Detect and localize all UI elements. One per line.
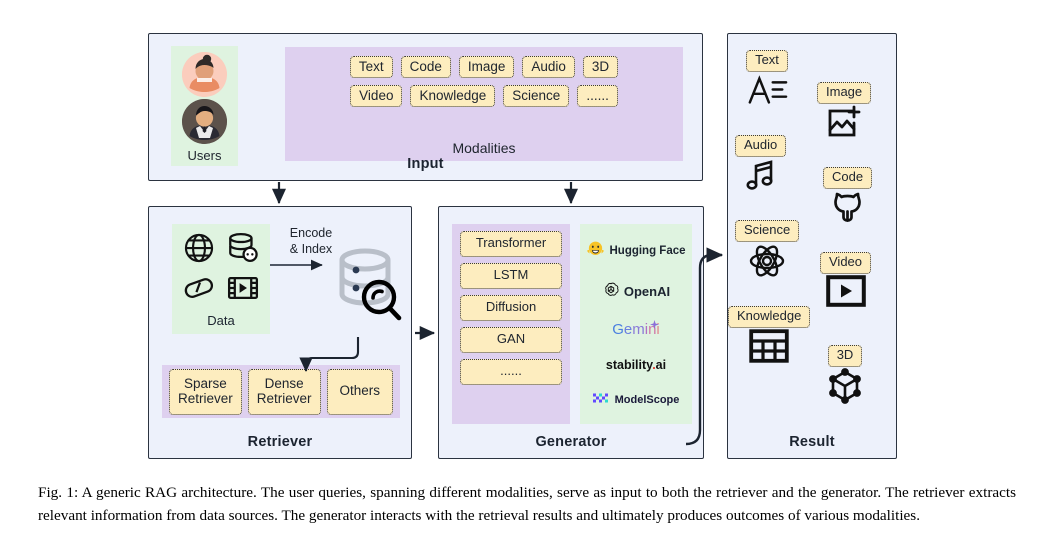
- modality-chip[interactable]: ......: [577, 85, 618, 108]
- architecture-chip[interactable]: Transformer: [460, 231, 562, 257]
- vendor-modelscope[interactable]: ModelScope: [592, 391, 680, 408]
- github-cat-icon: [830, 190, 866, 229]
- result-label: Text: [746, 50, 788, 72]
- retriever-panel-title: Retriever: [247, 434, 313, 450]
- vendor-label: Hugging Face: [609, 244, 686, 257]
- retriever-type-others[interactable]: Others: [326, 368, 393, 415]
- index-database-search-icon: [329, 244, 405, 331]
- result-item-code[interactable]: Code: [823, 167, 873, 229]
- atom-icon: [748, 243, 786, 284]
- gemini-sparkle-icon: [650, 316, 660, 333]
- film-icon: [226, 271, 260, 310]
- modalities-group: Text Code Image Audio 3D Video Knowledge…: [285, 47, 683, 161]
- modality-chip[interactable]: Science: [503, 85, 570, 108]
- music-note-icon: [743, 158, 779, 199]
- retriever-types-group: Sparse Retriever Dense Retriever Others: [162, 365, 400, 418]
- capsule-icon: [182, 271, 216, 310]
- data-icon-grid: [179, 231, 263, 310]
- architecture-chip[interactable]: ......: [460, 359, 562, 385]
- architecture-chip[interactable]: LSTM: [460, 263, 562, 289]
- encode-line-1: Encode: [289, 226, 333, 240]
- vendor-label: OpenAI: [623, 284, 671, 300]
- input-panel: Users Text Code Image Audio 3D Video Kno…: [148, 33, 703, 181]
- database-icon: [226, 231, 260, 270]
- modalities-row-2: Video Knowledge Science ......: [295, 85, 673, 108]
- result-label: 3D: [827, 345, 863, 367]
- modality-chip[interactable]: Knowledge: [410, 85, 496, 108]
- openai-icon: [602, 281, 620, 302]
- result-item-image[interactable]: Image: [817, 82, 872, 146]
- users-group: Users: [171, 46, 238, 166]
- vendor-hugging-face[interactable]: Hugging Face: [586, 240, 686, 262]
- text-a-lines-icon: [746, 73, 788, 112]
- architecture-chip[interactable]: GAN: [460, 327, 562, 353]
- architecture-chip[interactable]: Diffusion: [460, 295, 562, 321]
- figure-caption: Fig. 1: A generic RAG architecture. The …: [38, 484, 1016, 525]
- modality-chip[interactable]: Video: [350, 85, 403, 108]
- result-item-knowledge[interactable]: Knowledge: [728, 306, 811, 368]
- modelscope-icon: [592, 391, 611, 408]
- result-item-text[interactable]: Text: [746, 50, 788, 112]
- retriever-panel: Data Encode & Index Sparse Retriever Den…: [148, 206, 412, 459]
- modality-chip[interactable]: Image: [458, 56, 515, 79]
- modalities-row-1: Text Code Image Audio 3D: [295, 56, 673, 79]
- result-label: Image: [817, 82, 872, 104]
- data-group: Data: [172, 224, 270, 334]
- input-panel-title: Input: [407, 156, 444, 172]
- result-label: Audio: [735, 135, 787, 157]
- retriever-type-line-1: Dense: [264, 375, 304, 391]
- image-plus-icon: [824, 105, 864, 146]
- generator-panel: Transformer LSTM Diffusion GAN ...... Hu…: [438, 206, 704, 459]
- result-item-3d[interactable]: 3D: [826, 345, 864, 409]
- result-label: Knowledge: [728, 306, 811, 328]
- result-label: Code: [823, 167, 873, 189]
- retriever-type-line-1: Sparse: [183, 375, 227, 391]
- modality-chip[interactable]: Text: [349, 56, 393, 79]
- result-item-audio[interactable]: Audio: [735, 135, 787, 199]
- retriever-type-sparse[interactable]: Sparse Retriever: [169, 368, 242, 415]
- result-panel-title: Result: [789, 434, 835, 450]
- vendor-label: ModelScope: [614, 393, 680, 406]
- hugging-face-icon: [586, 240, 605, 262]
- generator-vendors-group: Hugging Face OpenAI Gemini Gemini: [580, 224, 692, 424]
- modality-chip[interactable]: 3D: [582, 56, 619, 79]
- retriever-type-line-2: Retriever: [256, 391, 312, 406]
- stability-icon: stability.ai: [605, 357, 667, 372]
- play-box-icon: [825, 274, 866, 312]
- vendor-stability-ai[interactable]: stability.ai stability.ai: [606, 358, 666, 372]
- retriever-type-dense[interactable]: Dense Retriever: [247, 368, 321, 415]
- table-grid-icon: [749, 328, 789, 368]
- modality-chip[interactable]: Audio: [522, 56, 575, 79]
- result-panel: Text Image Audio Code Science Video Know…: [727, 33, 897, 459]
- generator-architectures-group: Transformer LSTM Diffusion GAN ......: [452, 224, 570, 424]
- retriever-type-line-2: Retriever: [178, 391, 233, 406]
- generator-panel-title: Generator: [535, 434, 607, 450]
- avatar-user-1: [182, 52, 227, 97]
- cube-icon: [826, 367, 864, 409]
- data-label: Data: [207, 313, 235, 328]
- modality-chip[interactable]: Code: [400, 56, 451, 79]
- vendor-openai[interactable]: OpenAI: [602, 281, 670, 302]
- avatar-user-2: [182, 99, 227, 144]
- modalities-label: Modalities: [452, 140, 516, 156]
- result-label: Science: [735, 220, 800, 242]
- result-item-video[interactable]: Video: [820, 252, 872, 312]
- globe-icon: [182, 231, 216, 270]
- result-label: Video: [820, 252, 872, 274]
- vendor-gemini[interactable]: Gemini Gemini: [612, 320, 660, 338]
- result-item-science[interactable]: Science: [735, 220, 800, 284]
